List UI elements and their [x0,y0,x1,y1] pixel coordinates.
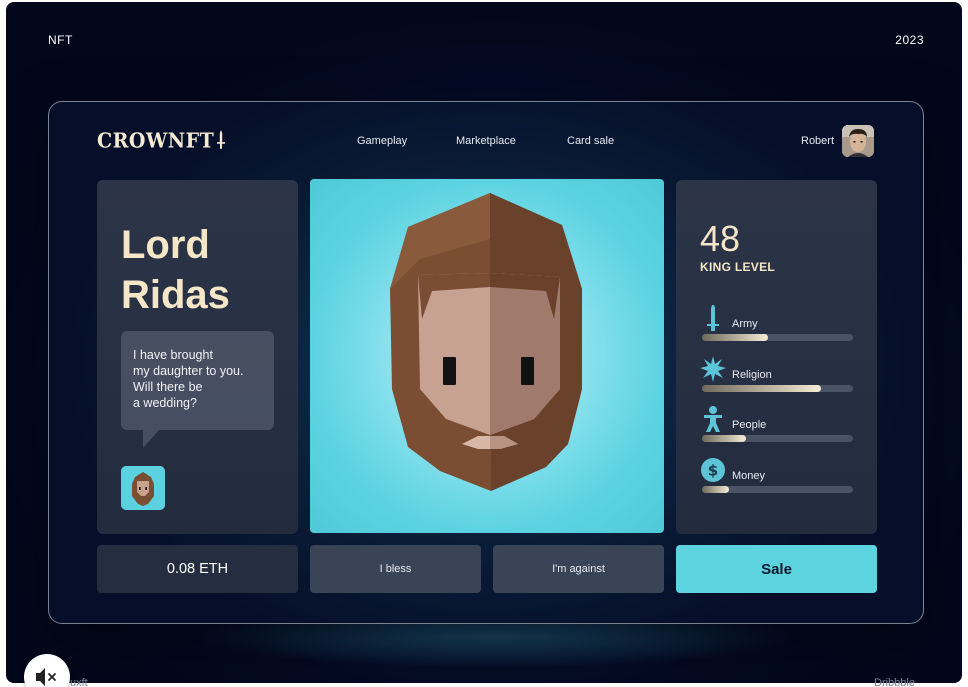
price-display: 0.08 ETH [97,545,298,593]
person-icon [704,406,722,432]
speech-bubble-tail [143,430,159,448]
user-avatar[interactable] [842,125,874,157]
nav-marketplace[interactable]: Marketplace [456,135,516,147]
character-name: Lord Ridas [121,220,230,320]
footer-brand-text: uxft [70,677,88,687]
user-name[interactable]: Robert [801,135,834,147]
star-burst-icon [700,356,726,382]
character-panel: Lord Ridas I have brought my daughter to… [97,180,298,534]
stat-people-label: People [732,419,767,431]
coin-icon: $ [701,458,725,482]
stat-army-label: Army [732,318,758,330]
nav-card-sale[interactable]: Card sale [567,135,614,147]
stat-people-track [702,435,853,442]
nft-label: NFT [48,33,73,47]
sale-button[interactable]: Sale [676,545,877,593]
footer-dribbble-text: Dribbble [874,677,915,687]
character-thumbnail-icon [132,472,154,506]
against-button[interactable]: I'm against [493,545,664,593]
character-name-line-2: Ridas [121,273,230,317]
king-level-value: 48 [700,218,741,259]
sword-icon [707,305,719,331]
app-card: CROWNFT Gameplay Marketplace Card sale R… [48,101,924,624]
sword-logo-icon [217,130,226,149]
nav-gameplay[interactable]: Gameplay [357,135,407,147]
king-level-label: KING LEVEL [700,260,776,274]
logo-text: CROWNFT [97,128,215,154]
character-thumbnail[interactable] [121,466,165,510]
stat-religion-track [702,385,853,392]
stat-people-fill [702,435,746,442]
mute-button[interactable] [24,654,70,687]
showcase-frame: NFT 2023 CROWNFT Gameplay Marketplace Ca… [6,2,962,683]
stat-army-fill [702,334,769,341]
logo[interactable]: CROWNFT [97,129,226,153]
svg-text:$: $ [708,462,718,480]
stat-religion-fill [702,385,822,392]
character-quote: I have brought my daughter to you. Will … [133,348,244,410]
stat-religion-label: Religion [732,369,772,381]
stat-money-label: Money [732,470,766,482]
bearded-king-portrait-icon [390,193,582,491]
year-label: 2023 [895,33,924,47]
character-name-line-1: Lord [121,223,210,267]
stat-money-fill [702,486,730,493]
speech-bubble: I have brought my daughter to you. Will … [121,331,274,430]
stat-army-track [702,334,853,341]
speaker-muted-icon [36,668,56,686]
stats-panel: 48 KING LEVEL Army Religion People $ Mon… [676,180,877,534]
character-portrait [310,179,664,533]
stat-money-track [702,486,853,493]
bless-button[interactable]: I bless [310,545,481,593]
avatar-photo-icon [842,125,874,157]
